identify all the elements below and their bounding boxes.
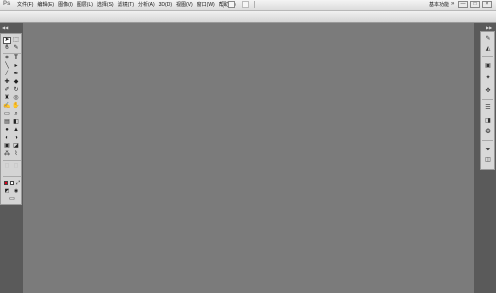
toolbox-separator: [3, 160, 21, 161]
sharpen-tool-icon[interactable]: ▲: [12, 127, 20, 134]
menu-bar: Ps 文件(F) 编辑(E) 图像(I) 图层(L) 选择(S) 滤镜(T) 分…: [0, 0, 496, 11]
eyedropper-tool-icon[interactable]: ⁄: [3, 71, 11, 78]
shape-tool-icon[interactable]: ◆: [12, 79, 20, 86]
toolbox-separator: [3, 176, 21, 177]
channels-panel-icon[interactable]: ◨: [484, 118, 492, 125]
menu-separator: [254, 1, 255, 8]
clone-stamp-tool-icon[interactable]: ♜: [3, 95, 11, 102]
crop-tool-icon[interactable]: ⌗: [3, 55, 11, 62]
collapse-toolbox-icon[interactable]: ◀◀: [2, 26, 8, 30]
slice-tool-icon[interactable]: ╲: [3, 63, 11, 70]
pen-tool-icon[interactable]: ✒: [12, 71, 20, 78]
history-panel-icon[interactable]: ⏷: [484, 147, 492, 154]
sponge-tool-icon[interactable]: ◑: [12, 135, 20, 142]
color-sampler-tool-icon[interactable]: ⁂: [3, 151, 11, 158]
screen-mode-icon[interactable]: [228, 1, 235, 8]
menu-3d[interactable]: 3D(D): [158, 1, 173, 9]
paths-panel-icon[interactable]: ❂: [484, 129, 492, 136]
minimize-button[interactable]: —: [458, 1, 468, 8]
menu-edit[interactable]: 编辑(E): [36, 1, 55, 9]
quick-select-tool-icon[interactable]: ✎: [12, 45, 20, 52]
menu-layer[interactable]: 图层(L): [76, 1, 94, 9]
menu-file[interactable]: 文件(F): [16, 1, 34, 9]
dock-separator: [482, 56, 493, 57]
menu-view[interactable]: 视图(V): [175, 1, 194, 9]
toolbox-separator: [3, 53, 21, 54]
path-select-tool-icon[interactable]: ▸: [12, 63, 20, 70]
3d-rotate-tool-icon[interactable]: ↻: [12, 87, 20, 94]
dodge-tool-icon[interactable]: ◐: [3, 135, 11, 142]
swap-colors-icon[interactable]: ⤢: [14, 180, 22, 187]
history-brush-tool-icon[interactable]: ✍: [3, 103, 11, 110]
eraser-tool-icon[interactable]: ▭: [3, 111, 11, 118]
actions-panel-icon[interactable]: ◫: [484, 157, 492, 164]
dock-separator: [482, 99, 493, 100]
blur-tool-icon[interactable]: ●: [3, 127, 11, 134]
document-area: [23, 23, 474, 293]
menu-filter[interactable]: 滤镜(T): [117, 1, 135, 9]
count-tool-icon[interactable]: ◪: [12, 143, 20, 150]
expand-panels-icon[interactable]: ▶▶: [486, 26, 492, 30]
menu-select[interactable]: 选择(S): [96, 1, 115, 9]
adjustments-panel-icon[interactable]: ✦: [484, 75, 492, 82]
3d-camera-tool-icon[interactable]: ◎: [12, 95, 20, 102]
zoom-tool-icon[interactable]: ⌕: [12, 111, 20, 118]
change-screen-mode-icon[interactable]: ▭: [7, 196, 17, 203]
dock-separator: [482, 140, 493, 141]
hand-tool-icon[interactable]: ✋: [12, 103, 20, 110]
gradient-tool-icon[interactable]: ▤: [3, 119, 11, 126]
menu-image[interactable]: 图像(I): [57, 1, 74, 9]
masks-panel-icon[interactable]: ✥: [484, 88, 492, 95]
arrange-documents-icon[interactable]: [242, 1, 249, 8]
paint-bucket-tool-icon[interactable]: ◧: [12, 119, 20, 126]
panel-dock: ✎ ◭ ▣ ✦ ✥ ☰ ◨ ❂ ⏷ ◫: [480, 31, 495, 170]
close-button[interactable]: ×: [482, 1, 492, 8]
ruler-tool-icon[interactable]: ⌇: [12, 151, 20, 158]
move-tool-icon[interactable]: ➤: [3, 37, 11, 44]
restore-button[interactable]: □: [470, 1, 480, 8]
foreground-color-swatch[interactable]: [4, 181, 8, 185]
quick-mask-icon[interactable]: ◻: [3, 163, 11, 170]
menu-list: 文件(F) 编辑(E) 图像(I) 图层(L) 选择(S) 滤镜(T) 分析(A…: [16, 1, 237, 9]
lasso-tool-icon[interactable]: ϐ: [3, 45, 11, 52]
menu-separator: [223, 1, 224, 8]
type-tool-icon[interactable]: T: [12, 55, 20, 62]
toolbox: ➤ ⬚ ϐ ✎ ⌗ T ╲ ▸ ⁄ ✒ ✚ ◆ ✐ ↻ ♜ ◎ ✍ ✋ ▭ ⌕ …: [0, 33, 22, 205]
menu-analysis[interactable]: 分析(A): [137, 1, 156, 9]
edit-in-quick-mask-icon[interactable]: ◉: [12, 188, 20, 195]
color-panel-icon[interactable]: ✎: [484, 36, 492, 43]
layers-panel-icon[interactable]: ☰: [484, 105, 492, 112]
workspace-expand-icon[interactable]: »: [451, 0, 454, 9]
menu-window[interactable]: 窗口(W): [196, 1, 216, 9]
options-bar: [0, 11, 496, 23]
healing-brush-tool-icon[interactable]: ✚: [3, 79, 11, 86]
note-tool-icon[interactable]: ▣: [3, 143, 11, 150]
styles-panel-icon[interactable]: ▣: [484, 63, 492, 70]
default-colors-icon[interactable]: ◩: [3, 188, 11, 195]
workspace-switcher[interactable]: 基本功能: [429, 1, 449, 9]
brush-tool-icon[interactable]: ✐: [3, 87, 11, 94]
rect-marquee-tool-icon[interactable]: ⬚: [12, 37, 20, 44]
app-logo: Ps: [3, 1, 11, 7]
standard-mode-icon[interactable]: ◻: [12, 163, 20, 170]
swatches-panel-icon[interactable]: ◭: [484, 46, 492, 53]
